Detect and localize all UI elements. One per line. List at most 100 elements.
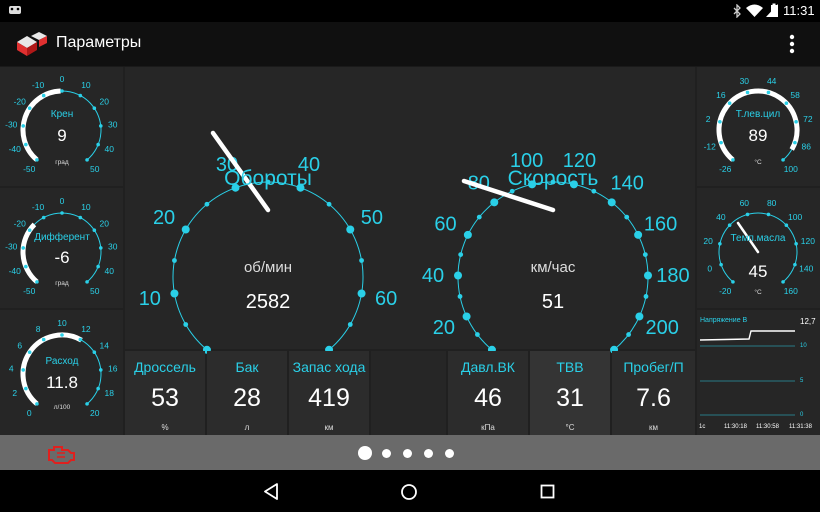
gauge-tick-dot xyxy=(766,90,771,95)
gauge-tick-label: -10 xyxy=(32,80,45,90)
gauge-tick-dot xyxy=(98,124,103,128)
gauge-tick-label: 4 xyxy=(9,364,14,374)
rpm-gauge[interactable]: 010203040506070Обороты2582об/мин xyxy=(139,130,398,381)
gauge-tick-dot xyxy=(727,223,732,228)
voltage-y-tick: 10 xyxy=(800,343,807,349)
gauge-tick-label: 50 xyxy=(90,164,100,174)
tile-manifold-pressure[interactable]: Давл.ВК 46 кПа xyxy=(448,351,528,435)
gauge-minor-dot xyxy=(643,294,649,299)
gauge-value: 11.8 xyxy=(46,373,78,392)
gauge-tick-dot xyxy=(85,402,89,406)
gauge-tick-dot xyxy=(27,106,32,110)
tile-title: Давл.ВК xyxy=(461,359,515,375)
gauge-tick-dot xyxy=(27,228,32,232)
gauge-tick-dot xyxy=(35,158,39,162)
gauge-tick-label: 20 xyxy=(100,96,110,106)
gauge-tick-dot xyxy=(35,280,39,284)
overflow-menu-icon[interactable] xyxy=(786,33,798,55)
tile-value: 419 xyxy=(308,384,350,412)
gauge-tick-label: 60 xyxy=(375,288,397,310)
tile-value: 28 xyxy=(233,384,261,412)
page-indicator xyxy=(358,445,468,461)
gauge-tick-label: 0 xyxy=(27,408,32,418)
check-engine-icon[interactable] xyxy=(46,444,78,464)
gauge-tick-dot xyxy=(793,140,797,145)
tile-value: 53 xyxy=(151,384,179,412)
page-dot[interactable] xyxy=(424,448,433,458)
gauge-tick-label: 60 xyxy=(740,198,750,208)
gauge-tick-dot xyxy=(643,271,652,280)
gauge-tick-label: 120 xyxy=(801,236,815,246)
tile-injection[interactable] xyxy=(371,351,446,435)
tile-unit: км xyxy=(649,423,658,432)
fuel_rate-gauge[interactable]: 02 4 6 8 10 12 14 16 18 20 Расход 11.8 л/100 xyxy=(9,318,118,418)
gauge-tick-dot xyxy=(21,246,26,250)
back-icon[interactable] xyxy=(263,483,279,500)
gauge-tick-label: 140 xyxy=(799,263,813,273)
tile-unit: л xyxy=(244,423,250,432)
navigation-bar xyxy=(0,470,820,512)
gauge-tick-label: 20 xyxy=(90,408,100,418)
gauge-value: 89 xyxy=(749,126,768,145)
app-bar: Параметры xyxy=(0,22,820,67)
gauge-tick-label: 14 xyxy=(100,340,110,350)
tile-unit: км xyxy=(324,423,334,432)
page-dot[interactable] xyxy=(382,448,391,458)
gauge-tick-dot xyxy=(793,262,797,267)
gauge-label: Темп.масла xyxy=(730,233,785,244)
gauge-tick-dot xyxy=(92,350,97,354)
gauge-tick-label: 72 xyxy=(803,114,813,124)
tile-title: Бак xyxy=(235,359,259,375)
page-dot[interactable] xyxy=(403,448,412,458)
gauge-tick-dot xyxy=(719,262,723,267)
gauge-tick-dot xyxy=(731,280,735,284)
gauge-tick-dot xyxy=(24,142,28,147)
gauge-tick-dot xyxy=(781,158,785,162)
roll-gauge[interactable]: -50-40 -30 -20 -10 0 10 20 30 40 50 Крен 9 град xyxy=(5,74,118,174)
gauge-level-arc xyxy=(20,88,61,162)
voltage-chart-title: Напряжение В xyxy=(700,317,748,324)
gauge-minor-dot xyxy=(359,258,364,263)
tile-range[interactable]: Запас хода 419 км xyxy=(289,351,369,435)
gauge-tick-label: 100 xyxy=(788,212,802,222)
coolant_temp-gauge[interactable]: -26 -12 2 16 30 44 58 72 86 100 Т.лев.цил 89 °C xyxy=(704,76,813,174)
recents-icon[interactable] xyxy=(540,484,555,499)
gauge-tick-label: -40 xyxy=(9,144,22,154)
tile-unit: °C xyxy=(565,423,575,432)
gauge-tick-dot xyxy=(170,289,179,298)
gauge-level-arc xyxy=(20,332,83,406)
gauge-tick-dot xyxy=(60,89,64,93)
wifi-icon xyxy=(746,4,763,17)
gauge-tick-dot xyxy=(794,241,798,246)
battery-icon xyxy=(771,3,777,17)
gauge-tick-label: 2 xyxy=(706,114,711,124)
voltage-y-tick: 0 xyxy=(800,412,804,418)
gauge-tick-dot xyxy=(78,93,83,98)
tile-unit: кПа xyxy=(481,423,495,432)
oil_temp-gauge[interactable]: -20 0 20 40 60 80 100 120 140 160 Темп.масла 45 °C xyxy=(703,198,815,296)
gauge-tick-label: 18 xyxy=(105,388,115,398)
gauge-minor-dot xyxy=(347,322,353,327)
status-bar: 11:31 xyxy=(0,0,820,22)
gauge-tick-label: 30 xyxy=(108,120,118,130)
gauge-tick-label: -50 xyxy=(23,286,36,296)
gauge-tick-label: 44 xyxy=(767,76,777,86)
gauge-tick-dot xyxy=(96,386,100,391)
gauge-minor-dot xyxy=(642,252,648,258)
gauge-minor-dot xyxy=(204,201,210,207)
gauge-tick-dot xyxy=(92,106,97,110)
tile-intake-air-temp[interactable]: ТВВ 31 °C xyxy=(530,351,610,435)
gauge-tick-label: 40 xyxy=(105,144,115,154)
tile-tank[interactable]: Бак 28 л xyxy=(207,351,287,435)
page-dot-active[interactable] xyxy=(358,446,372,460)
page-dot[interactable] xyxy=(445,448,454,458)
speed-gauge[interactable]: 020406080100120140160180200220Скорость51… xyxy=(422,150,690,381)
gauge-label: Т.лев.цил xyxy=(736,109,781,120)
tile-trip-mileage[interactable]: Пробег/П 7.6 км xyxy=(612,351,695,435)
tile-throttle[interactable]: Дроссель 53 % xyxy=(125,351,205,435)
pitch-gauge[interactable]: -50-40 -30 -20 -10 0 10 20 30 40 50 Дифферент -6 гра… xyxy=(5,196,118,296)
gauge-tick-label: 160 xyxy=(644,214,677,236)
gauge-tick-label: 40 xyxy=(716,212,726,222)
home-icon[interactable] xyxy=(400,483,418,501)
gauge-tick-label: 10 xyxy=(139,288,161,310)
